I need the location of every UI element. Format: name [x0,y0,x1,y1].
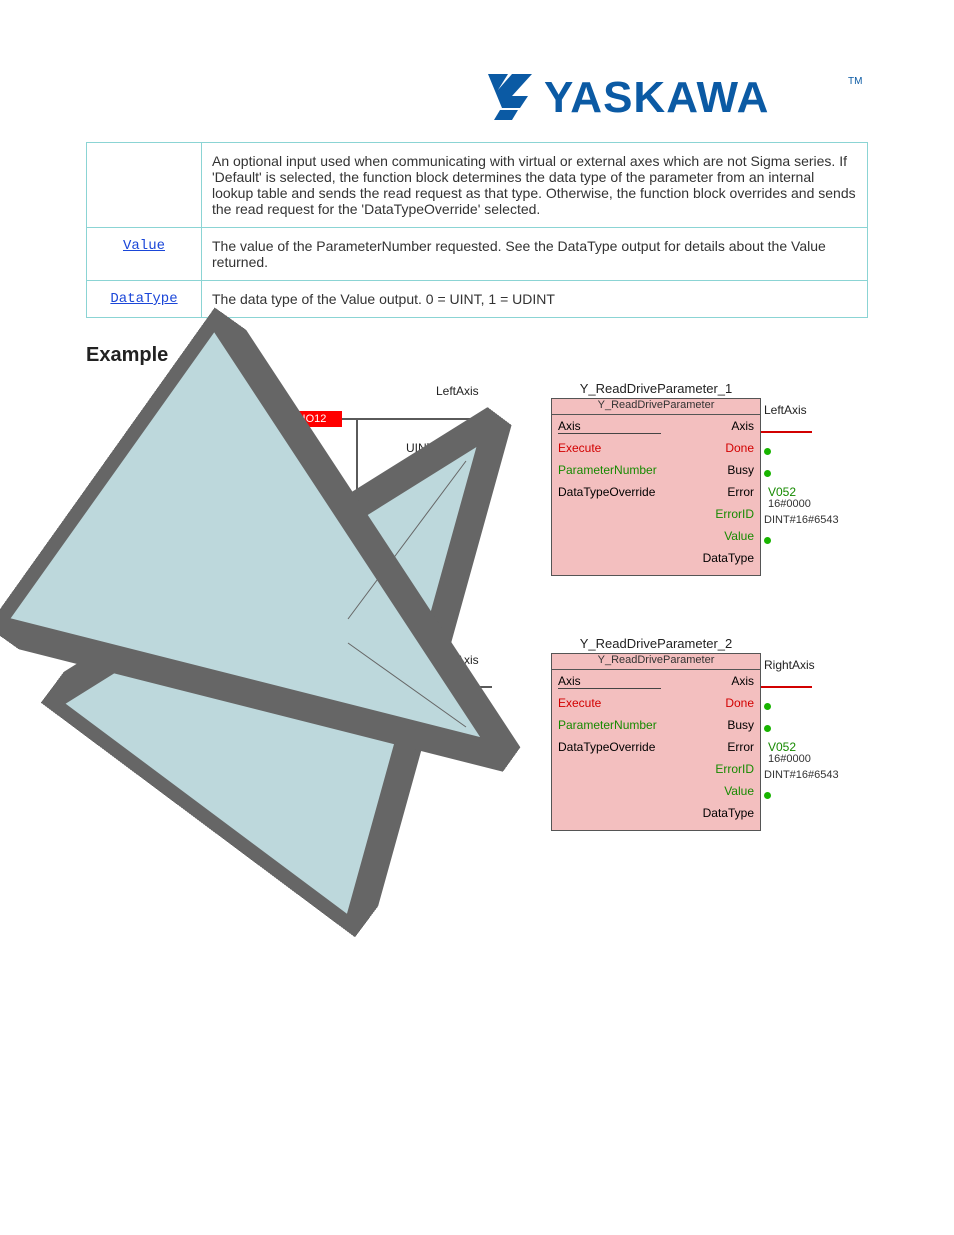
spec-desc-cell: The value of the ParameterNumber request… [202,228,868,281]
dot-icon [764,703,771,710]
ladder-diagram: 003 AX1_IO12 LeftAxis UINT#16#511 RightA… [236,381,868,871]
dot-icon [764,470,771,477]
fb-instance-name: Y_ReadDriveParameter_1 [496,381,816,396]
fb-out-error: Error [727,485,754,499]
table-row: DataType The data type of the Value outp… [87,281,868,318]
spec-name-cell: Value [87,228,202,281]
value-link[interactable]: Value [123,238,165,254]
fb-out-axis: Axis [731,419,754,433]
fb-out-done: Done [725,696,754,710]
dot-icon [764,537,771,544]
fb-in-axis: Axis [558,419,661,434]
fb-out-busy: Busy [727,718,754,732]
fb-type-name: Y_ReadDriveParameter [552,399,760,415]
fb-out-errid: ErrorID [715,762,754,776]
rung-number: 003 [230,411,250,425]
trademark-text: TM [848,76,862,87]
fb-out-value: Value [724,529,754,543]
rung-rail [256,417,259,437]
dot-icon [764,448,771,455]
wire [342,418,492,420]
fb2-errid-var: V052 [768,740,796,754]
parameter-table: An optional input used when communicatin… [86,142,868,318]
fb-out-error: Error [727,740,754,754]
fb2-value-out: DINT#16#6543 [764,769,839,781]
fb-in-param: ParameterNumber [558,463,657,477]
spec-name-cell: DataType [87,281,202,318]
dot-icon [764,725,771,732]
fb-read-drive-parameter-1: Y_ReadDriveParameter_1 Y_ReadDriveParame… [496,381,816,576]
yaskawa-logo: YASKAWA TM [488,70,868,124]
fb1-errid-value: 16#0000 [768,498,811,510]
fb-out-busy: Busy [727,463,754,477]
fb-out-done: Done [725,441,754,455]
fb-out-axis: Axis [731,674,754,688]
fb-out-value: Value [724,784,754,798]
fb2-axis-out-conn: RightAxis [764,658,815,672]
spec-name-cell [87,143,202,228]
fb-out-dtype: DataType [703,551,754,565]
fb-in-axis: Axis [558,674,661,689]
wire [760,686,812,688]
brand-text: YASKAWA [544,73,769,122]
fb-out-errid: ErrorID [715,507,754,521]
fb1-value-out: DINT#16#6543 [764,514,839,526]
wire [760,431,812,433]
table-row: Value The value of the ParameterNumber r… [87,228,868,281]
fb-type-name: Y_ReadDriveParameter [552,654,760,670]
spec-desc-cell: The data type of the Value output. 0 = U… [202,281,868,318]
fb1-axis-out-conn: LeftAxis [764,403,807,417]
dot-icon [764,792,771,799]
fb-instance-name: Y_ReadDriveParameter_2 [496,636,816,651]
fb-read-drive-parameter-2: Y_ReadDriveParameter_2 Y_ReadDriveParame… [496,636,816,831]
brand-logo: YASKAWA TM [86,70,868,124]
fb-in-param: ParameterNumber [558,718,657,732]
callout-note: Hex values entered for consistency with … [198,609,346,676]
fb-in-execute: Execute [558,696,601,710]
spec-desc-cell: An optional input used when communicatin… [202,143,868,228]
table-row: An optional input used when communicatin… [87,143,868,228]
fb1-errid-var: V052 [768,485,796,499]
callout-arrows [326,451,496,741]
fb-out-dtype: DataType [703,806,754,820]
datatype-link[interactable]: DataType [110,291,177,307]
fb2-errid-value: 16#0000 [768,753,811,765]
fb-in-override: DataTypeOverride [558,740,655,754]
fb-in-override: DataTypeOverride [558,485,655,499]
example-heading: Example [86,344,868,367]
fb1-axis-conn: LeftAxis [436,384,479,398]
fb-in-execute: Execute [558,441,601,455]
rung-contact: AX1_IO12 [260,411,342,427]
